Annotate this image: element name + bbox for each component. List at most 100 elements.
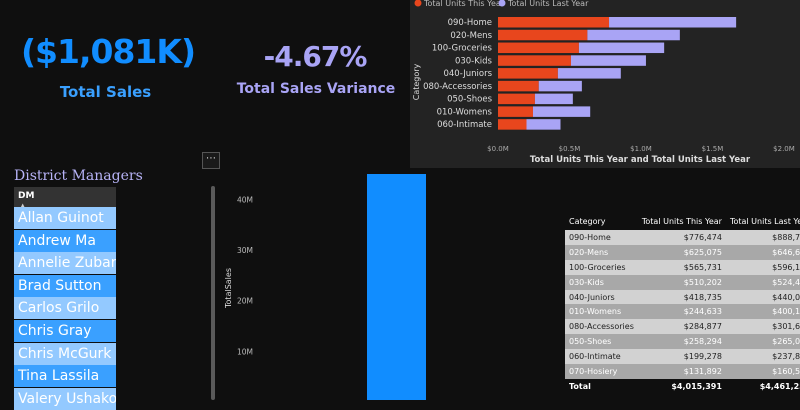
table-header-category[interactable]: Category xyxy=(565,212,638,230)
dm-list-item[interactable]: Valery Ushakov xyxy=(14,387,116,410)
table-cell-this-year: $625,075 xyxy=(637,244,726,260)
y-tick-label: 100-Groceries xyxy=(432,44,493,54)
table-cell-last-year: $160,509 xyxy=(725,364,800,379)
table-cell-category: 070-Hosiery xyxy=(565,364,638,379)
table-cell-last-year: $237,813 xyxy=(725,349,800,365)
total-sales-variance-value: -4.67% xyxy=(263,40,368,73)
bar-last-year[interactable] xyxy=(532,106,591,117)
table-cell-this-year: $131,892 xyxy=(637,364,726,379)
bar-last-year[interactable] xyxy=(587,29,680,41)
table-cell-last-year: $265,099 xyxy=(725,334,800,350)
table-cell-this-year: $244,633 xyxy=(637,304,726,320)
x-tick-label: $2.0M xyxy=(773,145,795,153)
category-units-table: Category Total Units This Year Total Uni… xyxy=(565,212,800,395)
scrollbar[interactable] xyxy=(211,186,215,400)
x-tick-label: $1.5M xyxy=(702,145,724,153)
table-row[interactable]: 100-Groceries$565,731$596,183 xyxy=(565,259,800,275)
more-options-button[interactable]: ⋯ xyxy=(202,152,220,169)
bar-last-year[interactable] xyxy=(557,68,621,79)
total-sales-column-svg: 40M 30M 20M 10M TotalSales xyxy=(224,174,426,400)
bar-last-year[interactable] xyxy=(570,55,646,66)
table-cell-category: 100-Groceries xyxy=(565,259,638,275)
bar-this-year[interactable] xyxy=(498,106,533,117)
y-tick-label: 040-Juniors xyxy=(443,69,492,79)
y-axis-label: TotalSales xyxy=(224,268,233,309)
table-row[interactable]: 090-Home$776,474$888,771 xyxy=(565,230,800,245)
table-row[interactable]: 080-Accessories$284,877$301,610 xyxy=(565,319,800,335)
table-cell-this-year: $199,278 xyxy=(637,349,726,365)
dm-list-item[interactable]: Annelie Zubar xyxy=(14,252,116,275)
legend-marker xyxy=(414,0,422,7)
table-cell-category: 060-Intimate xyxy=(565,349,638,365)
table-cell-last-year: $301,610 xyxy=(725,319,800,335)
dm-list-item[interactable]: Brad Sutton xyxy=(14,274,116,297)
table-cell-last-year: $646,617 xyxy=(725,244,800,260)
legend-label[interactable]: Total Units Last Year xyxy=(507,0,589,8)
bar-this-year[interactable] xyxy=(498,55,571,66)
total-sales-bar[interactable] xyxy=(367,174,426,400)
table-cell-this-year: $776,474 xyxy=(637,230,726,245)
bar-last-year[interactable] xyxy=(538,80,582,92)
y-tick-label: 30M xyxy=(237,246,253,255)
bar-this-year[interactable] xyxy=(498,42,579,54)
units-by-category-chart[interactable]: Total Units This Year Total Units Last Ye… xyxy=(410,0,800,168)
dm-list-item[interactable]: Andrew Ma xyxy=(14,229,116,252)
legend-label[interactable]: Total Units This Year xyxy=(423,0,505,8)
total-sales-variance-label: Total Sales Variance xyxy=(236,81,396,97)
table-row[interactable]: 030-Kids$510,202$524,413 xyxy=(565,274,800,290)
y-tick-label: 40M xyxy=(237,195,253,204)
district-managers-title: District Managers xyxy=(14,168,143,184)
table-cell-this-year: $258,294 xyxy=(637,334,726,350)
bar-this-year[interactable] xyxy=(498,68,558,79)
x-tick-label: $0.0M xyxy=(487,145,509,153)
dm-list-item[interactable]: Tina Lassila xyxy=(14,365,116,388)
table-cell-this-year: $510,202 xyxy=(637,274,726,290)
dm-list-item[interactable]: Allan Guinot xyxy=(14,207,116,229)
x-tick-label: $0.5M xyxy=(559,145,581,153)
table-cell-category: 090-Home xyxy=(565,230,638,245)
table-cell-this-year: $284,877 xyxy=(637,319,726,335)
table-row[interactable]: 060-Intimate$199,278$237,813 xyxy=(565,349,800,365)
table-row[interactable]: 020-Mens$625,075$646,617 xyxy=(565,244,800,260)
table-row[interactable]: 050-Shoes$258,294$265,099 xyxy=(565,334,800,350)
total-sales-label: Total Sales xyxy=(59,83,152,101)
bar-this-year[interactable] xyxy=(498,80,539,92)
table-cell-last-year: $596,183 xyxy=(725,259,800,275)
y-tick-label: 020-Mens xyxy=(450,31,492,41)
bar-this-year[interactable] xyxy=(498,29,588,41)
table-row[interactable]: 010-Womens$244,633$400,169 xyxy=(565,304,800,320)
table-header-this-year[interactable]: Total Units This Year xyxy=(637,212,726,230)
bar-this-year[interactable] xyxy=(498,119,527,130)
y-tick-label: 090-Home xyxy=(448,18,492,28)
y-tick-label: 20M xyxy=(237,297,253,306)
total-sales-column-chart[interactable]: 40M 30M 20M 10M TotalSales xyxy=(220,168,565,400)
table-cell-this-year: $418,735 xyxy=(637,289,726,305)
table-cell-category: 020-Mens xyxy=(565,244,638,260)
bar-this-year[interactable] xyxy=(498,93,535,105)
table-cell-this-year: $565,731 xyxy=(637,259,726,275)
table-row[interactable]: 070-Hosiery$131,892$160,509 xyxy=(565,364,800,379)
dm-column-header[interactable]: DM xyxy=(14,187,116,207)
dm-list-item[interactable]: Carlos Grilo xyxy=(14,297,116,320)
y-tick-label: 10M xyxy=(237,347,253,356)
dm-list-item[interactable]: Chris McGurk xyxy=(14,342,116,365)
table-row[interactable]: 040-Juniors$418,735$440,068 xyxy=(565,289,800,305)
y-axis-label: Category xyxy=(412,63,421,100)
y-tick-label: 010-Womens xyxy=(437,107,493,117)
table-header-last-year[interactable]: Total Units Last Year xyxy=(725,212,800,230)
bar-this-year[interactable] xyxy=(498,17,610,28)
table-total-cell: $4,015,391 xyxy=(637,378,726,395)
table-cell-category: 030-Kids xyxy=(565,274,638,290)
units-by-category-svg: Total Units This Year Total Units Last Ye… xyxy=(412,0,795,165)
table-cell-last-year: $440,068 xyxy=(725,289,800,305)
y-tick-label: 060-Intimate xyxy=(437,120,492,130)
bar-last-year[interactable] xyxy=(609,17,737,28)
dm-list-item[interactable]: Chris Gray xyxy=(14,320,116,342)
x-axis-label: Total Units This Year and Total Units La… xyxy=(530,155,751,165)
y-tick-label: 080-Accessories xyxy=(423,82,492,92)
bar-last-year[interactable] xyxy=(578,42,665,54)
bar-last-year[interactable] xyxy=(534,93,573,105)
table-cell-last-year: $400,169 xyxy=(725,304,800,320)
bar-last-year[interactable] xyxy=(526,119,561,130)
table-cell-last-year: $524,413 xyxy=(725,274,800,290)
